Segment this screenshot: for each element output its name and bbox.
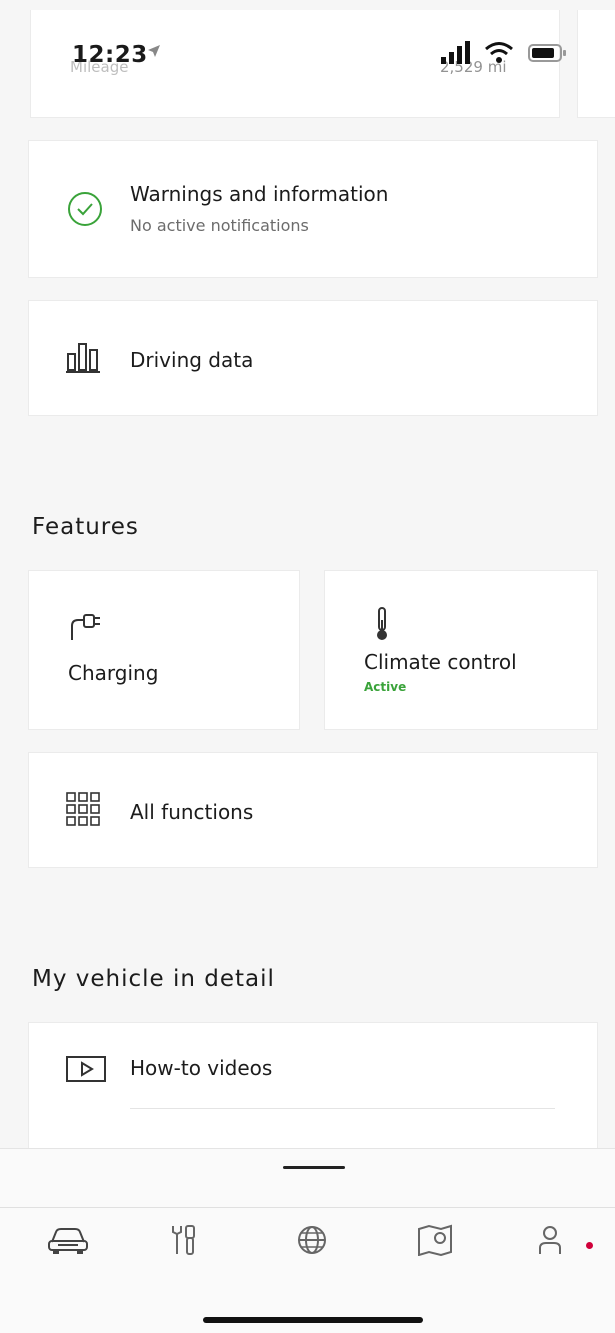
video-play-icon (66, 1056, 106, 1082)
check-circle-icon (68, 192, 102, 226)
driving-data-label: Driving data (130, 348, 254, 372)
sheet-drag-handle[interactable] (283, 1166, 345, 1169)
nav-divider (0, 1207, 615, 1208)
warnings-card[interactable] (28, 140, 598, 278)
next-card-peek[interactable] (577, 10, 615, 118)
location-arrow-icon (148, 45, 160, 57)
tools-icon[interactable] (161, 1224, 205, 1256)
wifi-icon (485, 42, 513, 63)
all-functions-card[interactable] (28, 752, 598, 868)
driving-data-card[interactable] (28, 300, 598, 416)
globe-icon[interactable] (290, 1224, 334, 1256)
list-item[interactable]: How-to videos (28, 1030, 598, 1106)
all-functions-label: All functions (130, 800, 254, 824)
climate-control-label: Climate control (364, 650, 517, 674)
charging-card[interactable] (28, 570, 300, 730)
bar-chart-icon (66, 343, 100, 373)
vehicle-detail-heading: My vehicle in detail (32, 966, 275, 992)
list-divider (130, 1108, 555, 1109)
grid-icon (66, 792, 100, 826)
warnings-title: Warnings and information (130, 182, 389, 206)
status-time: 12:23 (72, 42, 148, 68)
battery-icon (528, 44, 566, 62)
home-indicator[interactable] (203, 1317, 423, 1323)
climate-status-badge: Active (364, 680, 407, 694)
thermometer-icon (377, 607, 387, 640)
features-heading: Features (32, 514, 139, 540)
how-to-videos-label: How-to videos (130, 1056, 273, 1080)
cellular-signal-icon (441, 41, 470, 64)
charging-label: Charging (68, 661, 159, 685)
notification-dot (586, 1242, 593, 1249)
user-icon[interactable] (536, 1224, 580, 1256)
map-icon[interactable] (413, 1224, 457, 1256)
warnings-subtitle: No active notifications (130, 216, 309, 235)
car-icon[interactable] (46, 1224, 90, 1256)
charging-plug-icon (71, 614, 100, 640)
